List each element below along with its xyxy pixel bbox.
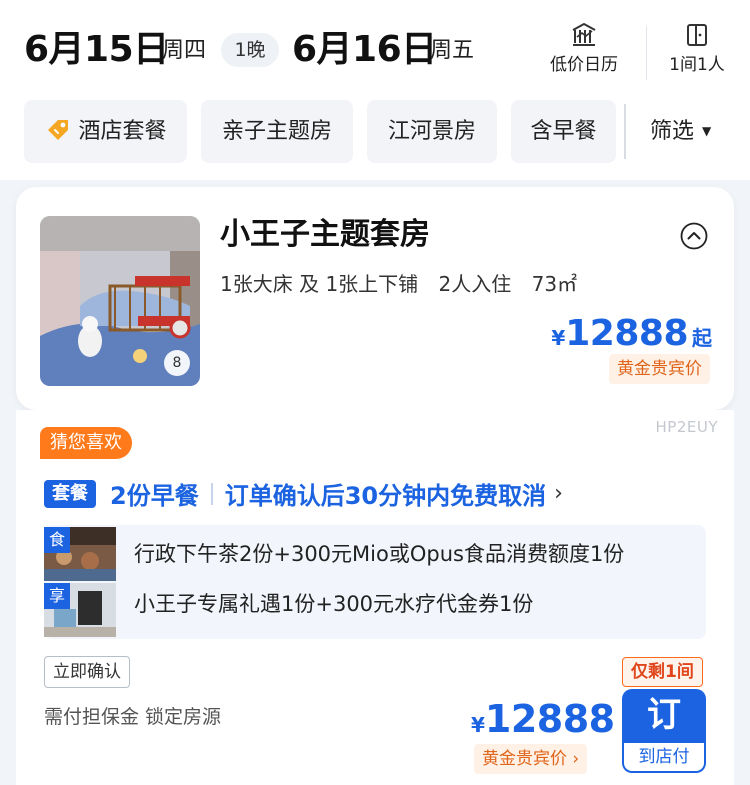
rooms-guests-button[interactable]: 1间1人 — [647, 18, 747, 84]
filter-label: 筛选 — [650, 119, 695, 144]
book-button-label: 订 — [647, 695, 681, 735]
price-calendar-label: 低价日历 — [550, 55, 618, 75]
room-price-amount: 12888 — [565, 313, 688, 354]
package-price-amount: 12888 — [484, 697, 615, 741]
chip-label: 酒店套餐 — [78, 119, 167, 144]
room-card[interactable]: 8 小王子主题套房 1张大床 及 1张上下铺 2人入住 73㎡ ¥12888 起 … — [16, 187, 734, 410]
room-beds: 1张大床 及 1张上下铺 — [220, 272, 419, 296]
perk-gift-label: 享 — [44, 583, 70, 609]
room-photo[interactable]: 8 — [40, 216, 200, 386]
photo-count-badge: 8 — [164, 350, 190, 376]
price-calendar-button[interactable]: 低价日历 — [534, 18, 634, 84]
pay-at-hotel-label: 到店付 — [624, 743, 704, 771]
checkin-date[interactable]: 6月15日 — [24, 28, 169, 72]
room-occupancy: 2人入住 — [438, 272, 512, 296]
rooms-left-badge: 仅剩1间 — [622, 657, 703, 687]
recommend-tag: 猜您喜欢 — [40, 427, 132, 459]
rooms-guests-label: 1间1人 — [669, 55, 725, 75]
room-area: 73㎡ — [531, 272, 578, 296]
package-divider — [210, 482, 213, 505]
room-price-suffix: 起 — [692, 326, 712, 350]
perk-food-label: 食 — [44, 527, 70, 553]
chevron-right-icon: › — [554, 481, 563, 506]
checkout-date[interactable]: 6月16日 — [292, 28, 437, 72]
room-meta: 1张大床 及 1张上下铺 2人入住 73㎡ — [220, 269, 591, 299]
chevron-up-icon[interactable] — [680, 222, 708, 250]
price-calendar-icon — [572, 23, 596, 46]
package-cancellation: 订单确认后30分钟内免费取消 — [224, 482, 547, 510]
perk-food-thumbnail: 食 — [44, 527, 116, 581]
filter-divider — [624, 104, 626, 159]
package-price-currency: ¥ — [471, 713, 485, 737]
chip-hotel-package[interactable]: 酒店套餐 — [24, 100, 187, 163]
instant-confirm-tag: 立即确认 — [44, 656, 130, 688]
guarantee-text: 需付担保金 锁定房源 — [44, 706, 222, 728]
room-price-currency: ¥ — [551, 326, 566, 350]
door-icon — [687, 24, 707, 46]
nights-badge: 1晚 — [221, 33, 279, 67]
checkout-weekday: 周五 — [430, 38, 475, 63]
room-vip-price-tag: 黄金贵宾价 — [609, 354, 710, 384]
perk-gift-text: 小王子专属礼遇1份+300元水疗代金券1份 — [134, 592, 534, 616]
package-vip-price-link[interactable]: 黄金贵宾价 › — [474, 744, 588, 774]
room-title: 小王子主题套房 — [220, 217, 430, 252]
perk-gift-thumbnail: 享 — [44, 583, 116, 637]
filter-button[interactable]: 筛选 ▼ — [650, 100, 711, 163]
perk-food-text: 行政下午茶2份+300元Mio或Opus食品消费额度1份 — [134, 542, 625, 566]
chip-breakfast[interactable]: 含早餐 — [511, 100, 616, 163]
package-badge: 套餐 — [44, 479, 96, 508]
chip-river-view[interactable]: 江河景房 — [367, 100, 497, 163]
package-offer[interactable]: HP2EUY 猜您喜欢 套餐 2份早餐订单确认后30分钟内免费取消 › 食 享 — [16, 410, 734, 785]
tag-icon — [48, 120, 69, 140]
package-breakfast: 2份早餐 — [110, 482, 199, 510]
package-perks: 食 享 行政下午茶2份+300元Mio或Opus食品消费额度1份 小王子专属礼遇… — [44, 525, 706, 639]
chip-kids-theme[interactable]: 亲子主题房 — [201, 100, 353, 163]
checkin-weekday: 周四 — [162, 38, 207, 63]
caret-down-icon: ▼ — [702, 124, 712, 138]
date-header[interactable]: 6月15日 周四 1晚 6月16日 周五 低价日历 1间1人 — [0, 0, 750, 90]
watermark: HP2EUY — [655, 418, 718, 436]
package-summary[interactable]: 套餐 2份早餐 订单确认后30分钟内免费取消 › — [44, 476, 563, 510]
filter-bar: 酒店套餐 亲子主题房 江河景房 含早餐 筛选 ▼ — [0, 90, 750, 180]
book-button[interactable]: 订 到店付 — [622, 689, 706, 773]
room-price: ¥12888 起 — [551, 307, 712, 361]
